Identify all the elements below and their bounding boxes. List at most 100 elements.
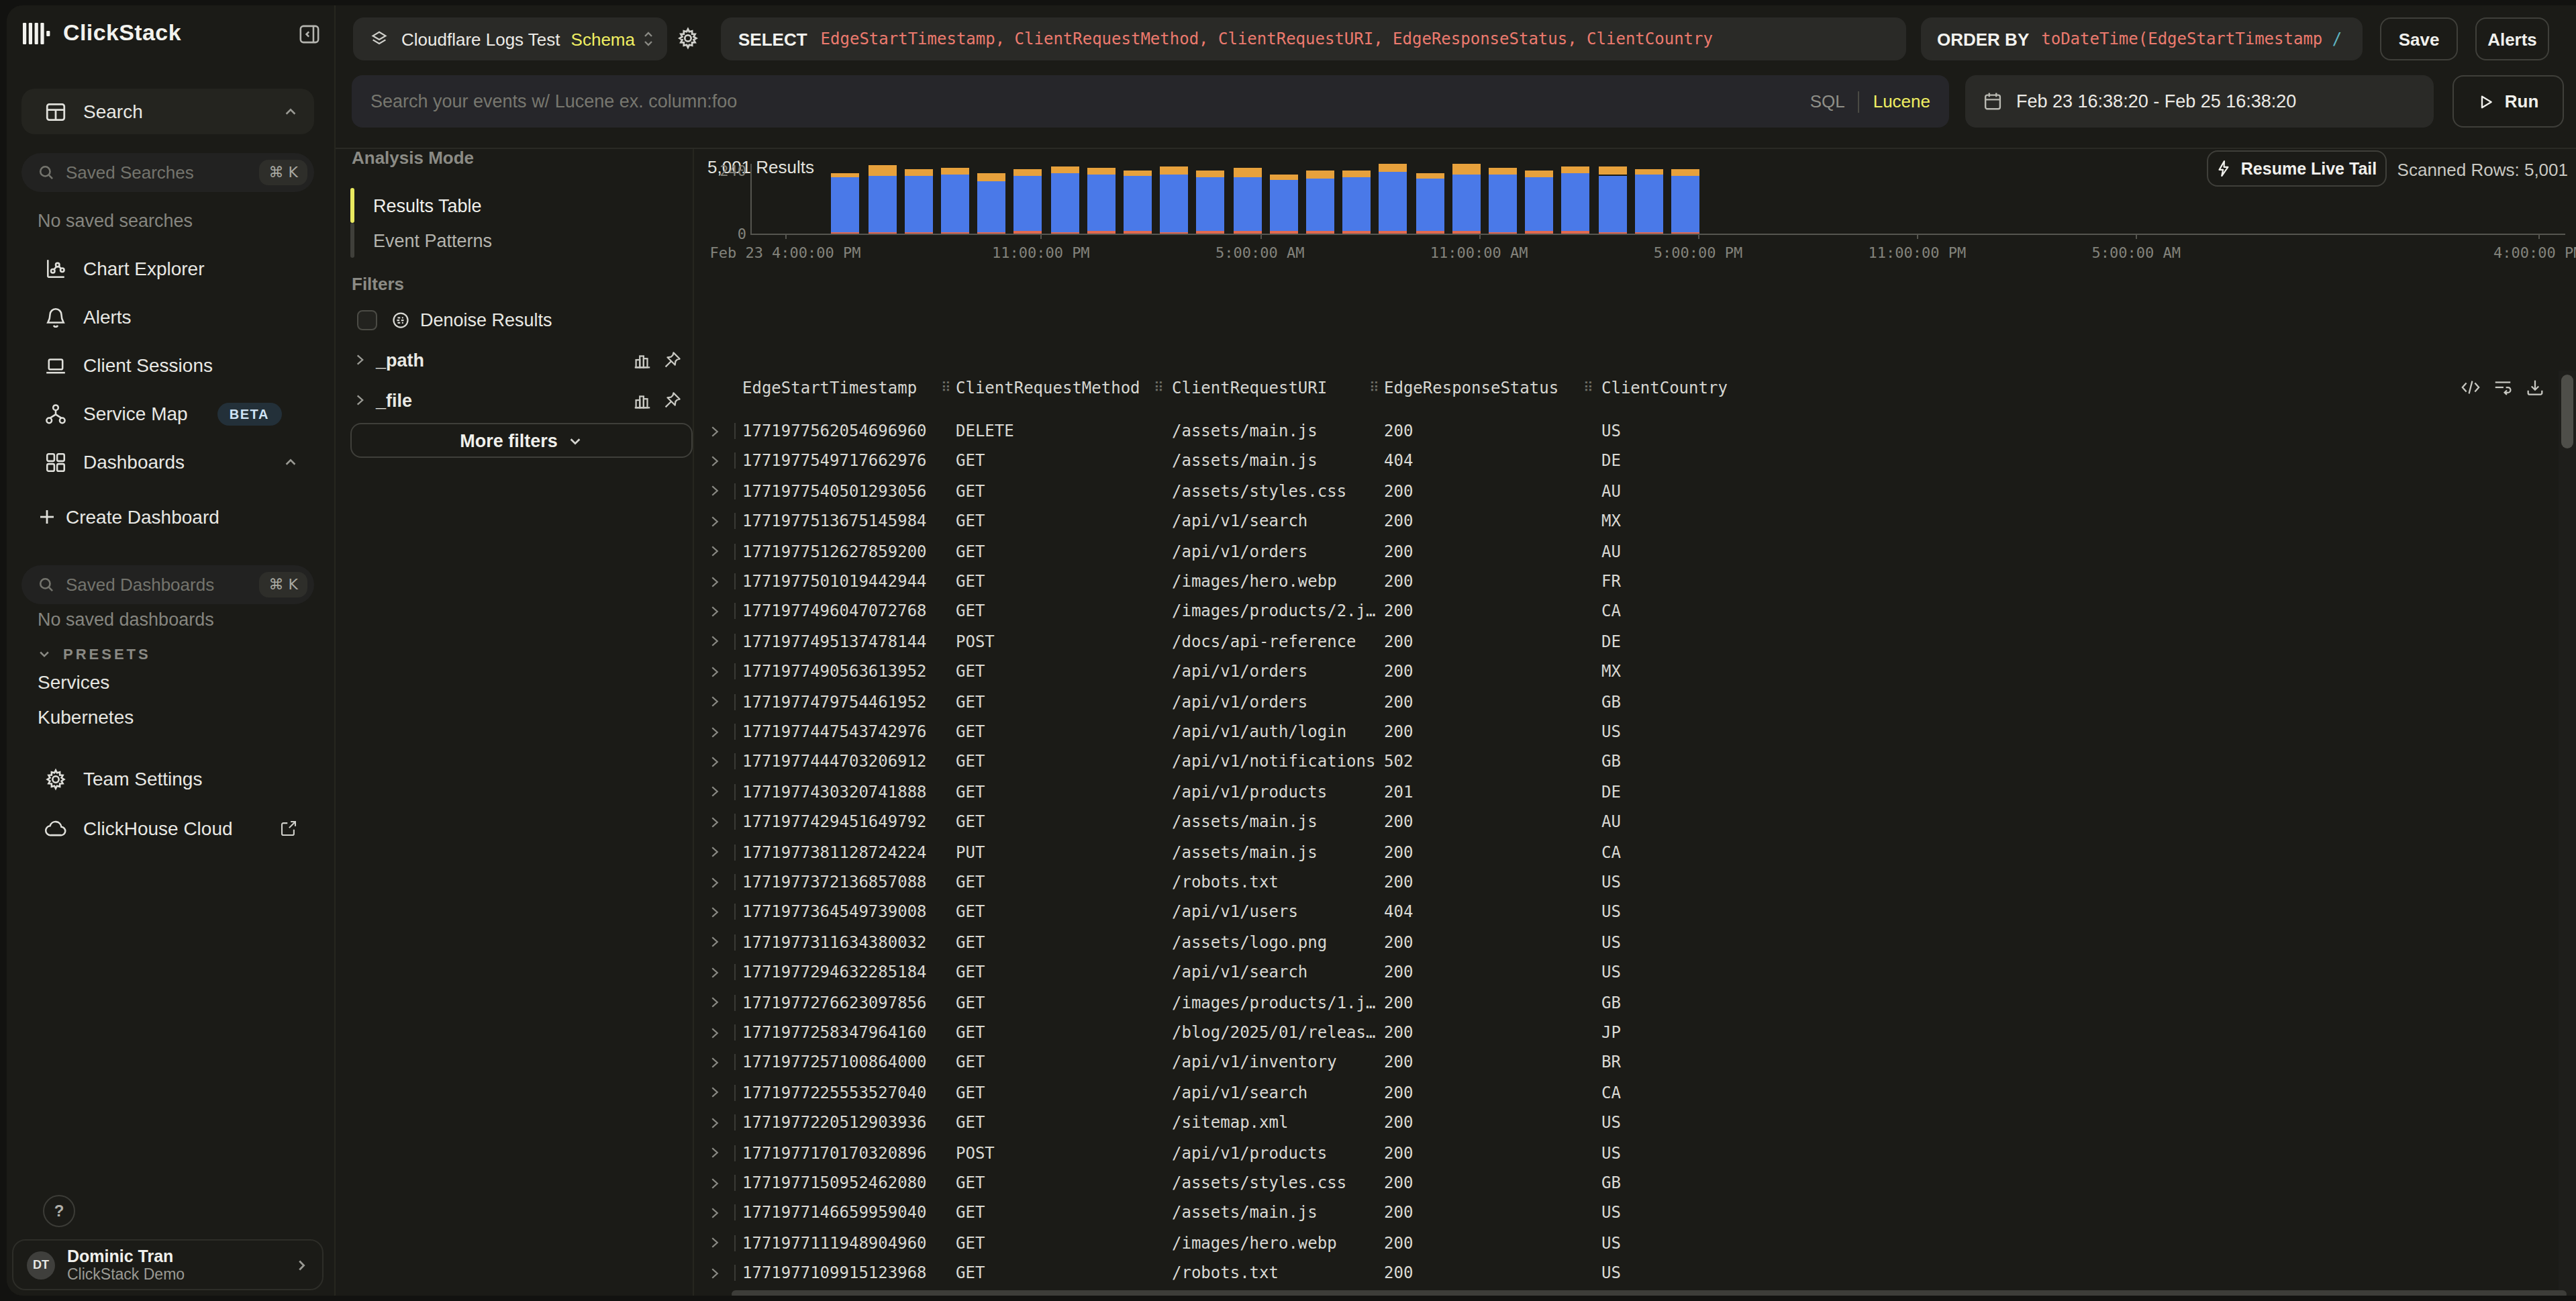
preset-kubernetes[interactable]: Kubernetes: [38, 706, 134, 728]
histogram-chart[interactable]: 2400Feb 23 4:00:00 PM11:00:00 PM5:00:00 …: [694, 149, 2576, 283]
table-row[interactable]: 1771977276623097856GET/images/products/1…: [694, 987, 2559, 1018]
expand-row-icon[interactable]: [709, 876, 721, 888]
sidebar-item-search[interactable]: Search: [21, 89, 314, 134]
search-input[interactable]: Search your events w/ Lucene ex. column:…: [352, 75, 1949, 128]
sidebar-item-chart-explorer[interactable]: Chart Explorer: [21, 246, 314, 291]
table-row[interactable]: 1771977220512903936GET/sitemap.xml200US: [694, 1108, 2559, 1138]
scrollbar-thumb[interactable]: [2561, 375, 2573, 448]
help-button[interactable]: ?: [43, 1195, 75, 1227]
column-grip-icon[interactable]: ⠿: [1369, 380, 1379, 395]
expand-row-icon[interactable]: [709, 1116, 721, 1128]
analysis-mode-results-table[interactable]: Results Table: [350, 188, 673, 223]
histogram-bar[interactable]: [1342, 149, 1371, 233]
download-icon[interactable]: [2525, 377, 2545, 397]
histogram-bar[interactable]: [1306, 149, 1334, 233]
histogram-bar[interactable]: [977, 149, 1005, 233]
denoise-label[interactable]: Denoise Results: [420, 310, 552, 330]
analysis-mode-event-patterns[interactable]: Event Patterns: [350, 223, 673, 258]
sidebar-item-clickhouse-cloud[interactable]: ClickHouse Cloud: [21, 806, 314, 851]
table-row[interactable]: 1771977501019442944GET/images/hero.webp2…: [694, 567, 2559, 597]
expand-row-icon[interactable]: [709, 816, 721, 828]
histogram-bar[interactable]: [1087, 149, 1116, 233]
preset-services[interactable]: Services: [38, 671, 109, 693]
table-row[interactable]: 1771977549717662976GET/assets/main.js404…: [694, 446, 2559, 477]
filter-field-file[interactable]: _file: [353, 387, 682, 414]
histogram-bar[interactable]: [1270, 149, 1298, 233]
lucene-toggle[interactable]: Lucene: [1873, 91, 1930, 111]
table-row[interactable]: 1771977364549739008GET/api/v1/users404US: [694, 898, 2559, 928]
table-row[interactable]: 1771977381128724224PUT/assets/main.js200…: [694, 837, 2559, 867]
histogram-bar[interactable]: [1635, 149, 1663, 233]
expand-row-icon[interactable]: [709, 545, 721, 557]
sidebar-item-team-settings[interactable]: Team Settings: [21, 756, 314, 802]
run-button[interactable]: Run: [2453, 75, 2564, 128]
table-row[interactable]: 1771977495137478144POST/docs/api-referen…: [694, 627, 2559, 657]
expand-row-icon[interactable]: [709, 695, 721, 708]
create-dashboard-button[interactable]: Create Dashboard: [21, 498, 314, 536]
expand-row-icon[interactable]: [709, 425, 721, 437]
histogram-bar[interactable]: [868, 149, 896, 233]
table-row[interactable]: 1771977170170320896POST/api/v1/products2…: [694, 1138, 2559, 1168]
time-range-picker[interactable]: Feb 23 16:38:20 - Feb 25 16:38:20: [1965, 75, 2434, 128]
table-row[interactable]: 1771977490563613952GET/api/v1/orders200M…: [694, 657, 2559, 687]
expand-row-icon[interactable]: [709, 726, 721, 738]
expand-row-icon[interactable]: [709, 936, 721, 949]
histogram-bar[interactable]: [1671, 149, 1699, 233]
table-row[interactable]: 1771977146659959040GET/assets/main.js200…: [694, 1198, 2559, 1228]
column-header-EdgeStartTimestamp[interactable]: EdgeStartTimestamp: [742, 379, 917, 397]
histogram-bar[interactable]: [1598, 149, 1626, 233]
histogram-bar[interactable]: [1525, 149, 1553, 233]
pin-icon[interactable]: [662, 350, 682, 370]
expand-row-icon[interactable]: [709, 636, 721, 648]
table-row[interactable]: 1771977513675145984GET/api/v1/search200M…: [694, 506, 2559, 536]
gear-icon[interactable]: [677, 27, 699, 50]
histogram-bar[interactable]: [905, 149, 933, 233]
histogram-bar[interactable]: [941, 149, 969, 233]
column-header-ClientRequestMethod[interactable]: ClientRequestMethod: [956, 379, 1140, 397]
wrap-lines-icon[interactable]: [2493, 377, 2513, 397]
expand-row-icon[interactable]: [709, 1237, 721, 1249]
histogram-bar[interactable]: [1197, 149, 1225, 233]
column-header-ClientCountry[interactable]: ClientCountry: [1601, 379, 1728, 397]
expand-row-icon[interactable]: [709, 485, 721, 497]
histogram-bar[interactable]: [1379, 149, 1407, 233]
histogram-bar[interactable]: [1124, 149, 1152, 233]
column-grip-icon[interactable]: ⠿: [1583, 380, 1593, 395]
histogram-bar[interactable]: [1562, 149, 1590, 233]
table-row[interactable]: 1771977479754461952GET/api/v1/orders200G…: [694, 687, 2559, 717]
expand-row-icon[interactable]: [709, 906, 721, 918]
more-filters-button[interactable]: More filters: [350, 423, 693, 458]
expand-row-icon[interactable]: [709, 665, 721, 677]
column-header-EdgeResponseStatus[interactable]: EdgeResponseStatus: [1384, 379, 1558, 397]
expand-row-icon[interactable]: [709, 1207, 721, 1219]
table-row[interactable]: 1771977111948904960GET/images/hero.webp2…: [694, 1228, 2559, 1259]
histogram-bar[interactable]: [832, 149, 860, 233]
table-row[interactable]: 1771977430320741888GET/api/v1/products20…: [694, 777, 2559, 808]
source-selector[interactable]: Cloudflare Logs Test Schema: [353, 17, 667, 60]
expand-row-icon[interactable]: [709, 1087, 721, 1099]
sidebar-item-alerts[interactable]: Alerts: [21, 294, 314, 340]
histogram-bar[interactable]: [1160, 149, 1188, 233]
histogram-bar[interactable]: [1452, 149, 1481, 233]
table-row[interactable]: 1771977429451649792GET/assets/main.js200…: [694, 807, 2559, 837]
table-row[interactable]: 1771977311634380032GET/assets/logo.png20…: [694, 928, 2559, 958]
table-row[interactable]: 1771977512627859200GET/api/v1/orders200A…: [694, 536, 2559, 567]
code-view-icon[interactable]: [2461, 377, 2481, 397]
column-grip-icon[interactable]: ⠿: [941, 380, 951, 395]
column-header-ClientRequestURI[interactable]: ClientRequestURI: [1172, 379, 1327, 397]
save-button[interactable]: Save: [2380, 17, 2458, 60]
table-row[interactable]: 1771977258347964160GET/blog/2025/01/rele…: [694, 1018, 2559, 1048]
expand-row-icon[interactable]: [709, 575, 721, 587]
expand-row-icon[interactable]: [709, 515, 721, 527]
histogram-bar[interactable]: [1014, 149, 1042, 233]
table-row[interactable]: 1771977562054696960DELETE/assets/main.js…: [694, 416, 2559, 446]
expand-row-icon[interactable]: [709, 455, 721, 467]
schema-toggle[interactable]: Schema: [571, 29, 635, 49]
pin-icon[interactable]: [662, 390, 682, 410]
sidebar-item-dashboards[interactable]: Dashboards: [21, 439, 314, 485]
expand-row-icon[interactable]: [709, 606, 721, 618]
expand-row-icon[interactable]: [709, 1057, 721, 1069]
histogram-bar[interactable]: [1233, 149, 1261, 233]
presets-toggle[interactable]: PRESETS: [38, 646, 151, 662]
table-row[interactable]: 1771977225553527040GET/api/v1/search200C…: [694, 1078, 2559, 1108]
